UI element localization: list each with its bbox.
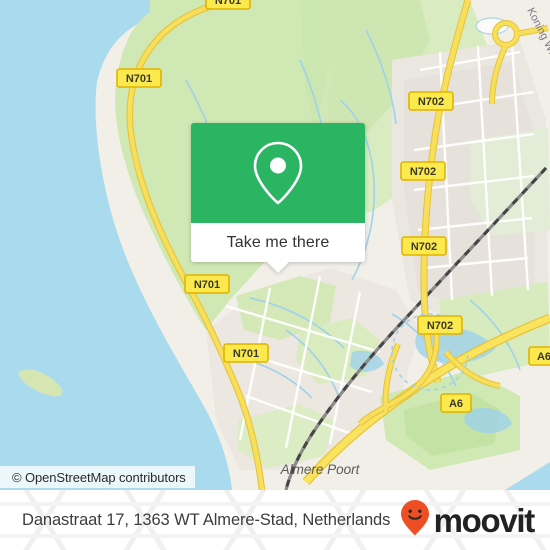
shield-n701-south: N701: [223, 343, 269, 363]
shield-n701-west: N701: [116, 68, 162, 88]
shield-label: N701: [215, 0, 241, 7]
moovit-logo[interactable]: moovit: [400, 499, 550, 542]
popup-pointer-tail: [267, 262, 289, 273]
shield-label: N701: [194, 279, 220, 291]
shield-a6-east: A6: [528, 346, 550, 366]
moovit-pin-icon: [400, 499, 430, 542]
take-me-there-button[interactable]: Take me there: [191, 223, 365, 273]
shield-label: A6: [537, 351, 550, 363]
shield-label: N701: [233, 348, 259, 360]
shield-n701-mid: N701: [184, 274, 230, 294]
shield-label: A6: [449, 398, 463, 410]
location-popup-card[interactable]: Take me there: [191, 123, 365, 273]
shield-label: N702: [410, 166, 436, 178]
shield-n702-north: N702: [408, 91, 454, 111]
moovit-wordmark: moovit: [433, 501, 536, 539]
popup-header: [191, 123, 365, 223]
shield-a6-interchange: A6: [440, 393, 472, 413]
shield-n701-top: N701: [205, 0, 251, 10]
shield-label: N702: [411, 241, 437, 253]
moovit-map-page: N701 N701 N701 N701 N702 N702 N702 N702 …: [0, 0, 550, 550]
shield-label: N702: [427, 320, 453, 332]
shield-n702-upper: N702: [400, 161, 446, 181]
map-pin-icon: [252, 140, 304, 206]
place-label-almere-poort: Almere Poort: [280, 462, 361, 477]
osm-attribution-text: © OpenStreetMap contributors: [12, 469, 186, 485]
shield-n702-south: N702: [417, 315, 463, 335]
shield-n702-mid: N702: [401, 236, 447, 256]
footer-bar: Danastraat 17, 1363 WT Almere-Stad, Neth…: [0, 490, 550, 550]
shield-label: N701: [126, 73, 152, 85]
osm-attribution[interactable]: © OpenStreetMap contributors: [0, 466, 195, 488]
address-label: Danastraat 17, 1363 WT Almere-Stad, Neth…: [22, 510, 391, 529]
take-me-there-label: Take me there: [226, 233, 330, 251]
shield-label: N702: [418, 96, 444, 108]
